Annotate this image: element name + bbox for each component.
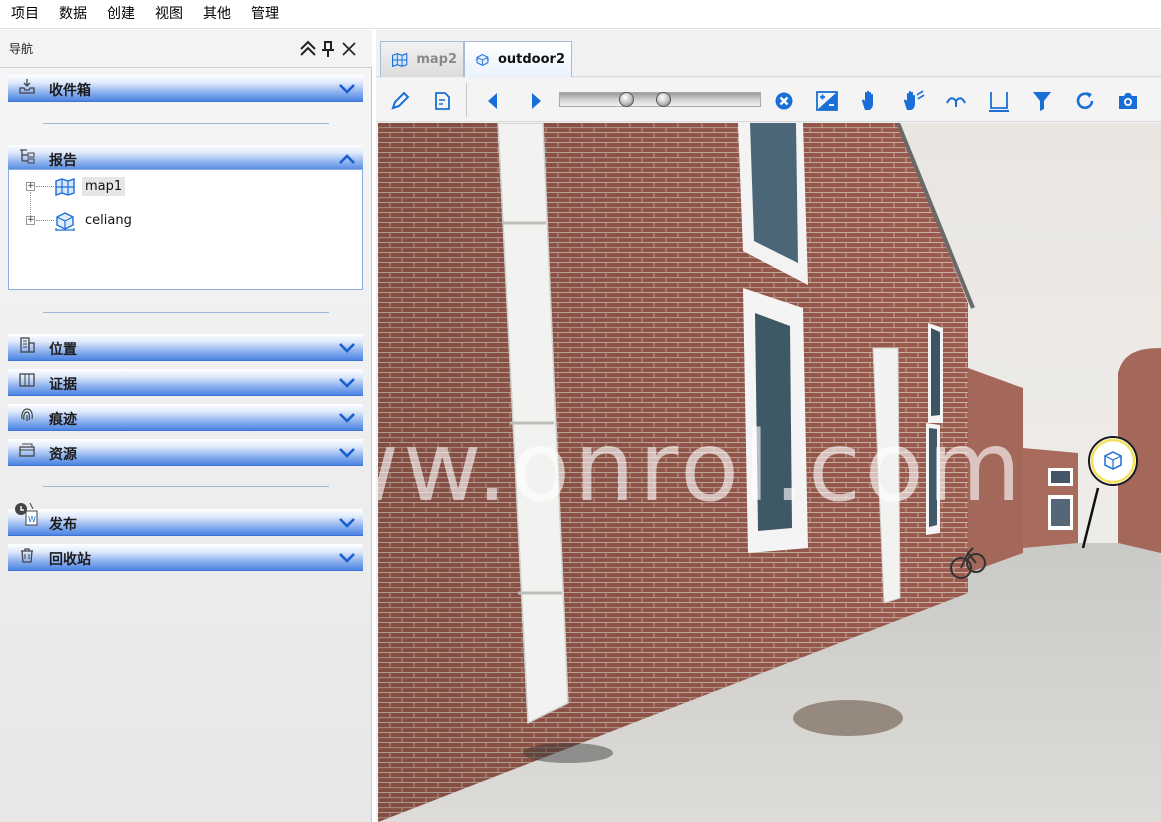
section-resources-label: 资源 [49,447,77,463]
chevron-down-icon[interactable] [337,410,357,426]
menu-manage[interactable]: 管理 [241,0,289,29]
edit-doc-icon[interactable] [431,89,455,113]
section-location[interactable]: 位置 [8,334,363,361]
cube-scene-icon [475,53,490,66]
camera-icon[interactable] [1116,89,1140,113]
chevron-down-icon[interactable] [337,550,357,566]
panorama-viewport[interactable]: www.onrol.com [378,123,1161,822]
section-publish[interactable]: W 发布 [8,502,363,536]
menu-view[interactable]: 视图 [145,0,193,29]
prev-icon[interactable] [481,89,505,113]
tab-bar: map2 outdoor2 [376,30,1161,77]
resources-icon [19,443,35,457]
section-recycle-label: 回收站 [49,552,91,568]
baseline-icon[interactable] [987,89,1011,113]
navigation-panel: 导航 收件箱 报告 + map1 + celiang 位置 证据 痕迹 资源 W… [0,30,372,822]
section-publish-label: 发布 [49,517,77,533]
toolbar-separator [466,83,467,117]
tree-connector [36,220,54,221]
report-tree-icon [20,149,35,164]
chevron-down-icon[interactable] [337,515,357,531]
section-evidence[interactable]: 证据 [8,369,363,396]
tab-map2[interactable]: map2 [380,41,464,77]
pin-icon[interactable] [319,39,337,59]
report-tree: + map1 + celiang [8,169,363,290]
slider-knob[interactable] [656,92,671,107]
clear-icon[interactable] [772,89,796,113]
tab-label: map2 [416,52,457,67]
menu-create[interactable]: 创建 [97,0,145,29]
inbox-icon [19,79,35,94]
section-report-label: 报告 [49,153,77,169]
tree-item-map1[interactable]: + map1 [9,173,209,201]
zoom-slider[interactable] [559,92,761,107]
fingerprint-icon [21,408,33,421]
main-view: map2 outdoor2 w.onrol.com [376,30,1161,822]
section-report[interactable]: 报告 [8,145,363,172]
divider [43,312,329,313]
publish-icon: W [15,502,38,526]
divider [43,486,329,487]
building-icon [20,337,35,353]
recycle-bin-icon [21,548,33,563]
evidence-icon [19,373,35,387]
svg-text:W: W [28,515,36,524]
chevron-up-icon[interactable] [337,151,357,167]
tree-item-celiang[interactable]: + celiang [9,207,209,235]
tree-item-label: celiang [85,213,132,228]
nav-header: 导航 [0,30,372,68]
menu-bar: 项目 数据 创建 视图 其他 管理 [0,0,1161,29]
collapse-all-icon[interactable] [299,39,317,59]
section-evidence-label: 证据 [49,377,77,393]
chevron-down-icon[interactable] [337,81,357,97]
section-traces-label: 痕迹 [49,412,77,428]
divider [43,123,329,124]
menu-other[interactable]: 其他 [193,0,241,29]
curve-icon[interactable] [944,89,968,113]
pencil-icon[interactable] [388,89,412,113]
section-inbox-label: 收件箱 [49,83,91,99]
chevron-down-icon[interactable] [337,445,357,461]
tree-connector [36,186,54,187]
street-scene [378,123,1161,822]
tree-item-label: map1 [82,177,126,196]
hand-icon[interactable] [858,89,882,113]
menu-data[interactable]: 数据 [49,0,97,29]
measure-cube-icon [55,212,75,231]
refresh-icon[interactable] [1073,89,1097,113]
tab-outdoor2[interactable]: outdoor2 [464,41,572,77]
section-traces[interactable]: 痕迹 [8,404,363,431]
next-icon[interactable] [524,89,548,113]
slider-knob[interactable] [619,92,634,107]
toolbar [376,78,1161,122]
section-resources[interactable]: 资源 [8,439,363,466]
nav-title: 导航 [9,42,34,56]
chevron-down-icon[interactable] [337,340,357,356]
map-icon [392,52,408,67]
filter-icon[interactable] [1030,89,1054,113]
expand-icon[interactable]: + [26,216,35,225]
exposure-icon[interactable] [815,89,839,113]
section-location-label: 位置 [49,342,77,358]
map-icon [55,178,75,196]
section-recycle[interactable]: 回收站 [8,544,363,571]
tab-label: outdoor2 [497,52,565,67]
close-icon[interactable] [340,39,358,59]
section-inbox[interactable]: 收件箱 [8,75,363,102]
chevron-down-icon[interactable] [337,375,357,391]
menu-project[interactable]: 项目 [0,0,49,29]
multi-hand-icon[interactable] [901,89,925,113]
expand-icon[interactable]: + [26,182,35,191]
